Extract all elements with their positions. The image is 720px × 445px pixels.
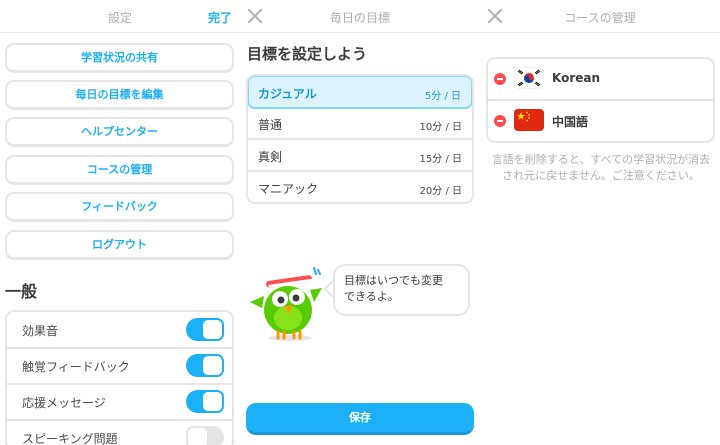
general-settings-list: 効果音 触覚フィードバック 応援メッセージ スピーキング問題 [5,310,234,445]
goal-name: 真剣 [258,150,283,164]
setting-label: 効果音 [22,324,59,338]
course-row-korean: Korean [488,59,713,101]
course-list: Korean 中国語 [486,57,715,143]
setting-label: スピーキング問題 [22,432,118,445]
manage-courses-button[interactable]: コースの管理 [5,155,234,185]
done-button[interactable]: 完了 [208,9,232,26]
speaking-exercises-toggle[interactable] [186,426,224,445]
settings-title: 設定 [107,11,132,25]
course-name: 中国語 [552,115,589,129]
remove-course-warning: 言語を削除すると、すべての学習状況が消去され元に戻せません。ご注意ください。 [491,153,711,182]
share-progress-button[interactable]: 学習状況の共有 [5,43,234,73]
save-button[interactable]: 保存 [246,403,474,435]
goal-name: カジュアル [258,87,317,101]
china-flag-icon [514,109,544,131]
goal-options-list: 普通 10分 / 日 真剣 15分 / 日 マニアック 20分 / 日 カジュア… [246,74,474,204]
course-name: Korean [552,71,601,85]
goal-heading: 目標を設定しよう [247,45,368,63]
remove-course-icon[interactable] [494,73,506,85]
setting-label: 触覚フィードバック [22,360,130,374]
course-row-chinese: 中国語 [488,101,713,143]
setting-row-motivational-messages: 応援メッセージ [7,384,232,421]
setting-row-sound-effects: 効果音 [7,312,232,349]
south-korea-flag-icon [514,67,544,89]
daily-goal-title: 毎日の目標 [329,11,390,25]
settings-panel: 設定 完了 学習状況の共有 毎日の目標を編集 ヘルプセンター コースの管理 フィ… [0,0,240,445]
goal-minutes: 10分 / 日 [419,122,462,133]
duo-owl-mascot [250,267,322,341]
setting-row-speaking-exercises: スピーキング問題 [7,420,232,445]
daily-goal-header: 毎日の目標 [240,0,480,33]
course-management-panel: コースの管理 Korean 中国語 言語を削除すると、すべての学習状況が消去され… [480,0,720,445]
course-management-title: コースの管理 [564,11,636,25]
goal-option-serious[interactable]: 真剣 15分 / 日 [248,140,472,172]
remove-course-icon[interactable] [494,115,506,127]
edit-daily-goal-button[interactable]: 毎日の目標を編集 [5,80,234,110]
daily-goal-panel: 毎日の目標 目標を設定しよう 普通 10分 / 日 真剣 15分 / 日 マニア… [240,0,480,445]
goal-name: 普通 [258,118,283,132]
sound-effects-toggle[interactable] [186,318,224,341]
goal-option-insane[interactable]: マニアック 20分 / 日 [248,172,472,202]
goal-minutes: 5分 / 日 [424,91,461,102]
goal-minutes: 20分 / 日 [419,186,462,197]
owl-speech-bubble: 目標はいつでも変更 できるよ。 [333,264,470,316]
course-management-header: コースの管理 [480,0,720,33]
bubble-line-1: 目標はいつでも変更 [344,274,443,287]
goal-name: マニアック [258,182,319,196]
setting-row-haptic-feedback: 触覚フィードバック [7,348,232,385]
haptic-feedback-toggle[interactable] [186,354,224,377]
goal-option-regular[interactable]: 普通 10分 / 日 [248,108,472,140]
setting-label: 応援メッセージ [22,396,106,410]
goal-option-casual[interactable]: カジュアル 5分 / 日 [248,76,472,109]
goal-minutes: 15分 / 日 [419,154,462,165]
motivational-messages-toggle[interactable] [186,390,224,413]
bubble-line-2: できるよ。 [344,290,399,303]
logout-button[interactable]: ログアウト [5,230,234,260]
settings-header: 設定 完了 [0,0,240,33]
help-center-button[interactable]: ヘルプセンター [5,117,234,147]
feedback-button[interactable]: フィードバック [5,192,234,222]
general-section-title: 一般 [5,282,38,301]
